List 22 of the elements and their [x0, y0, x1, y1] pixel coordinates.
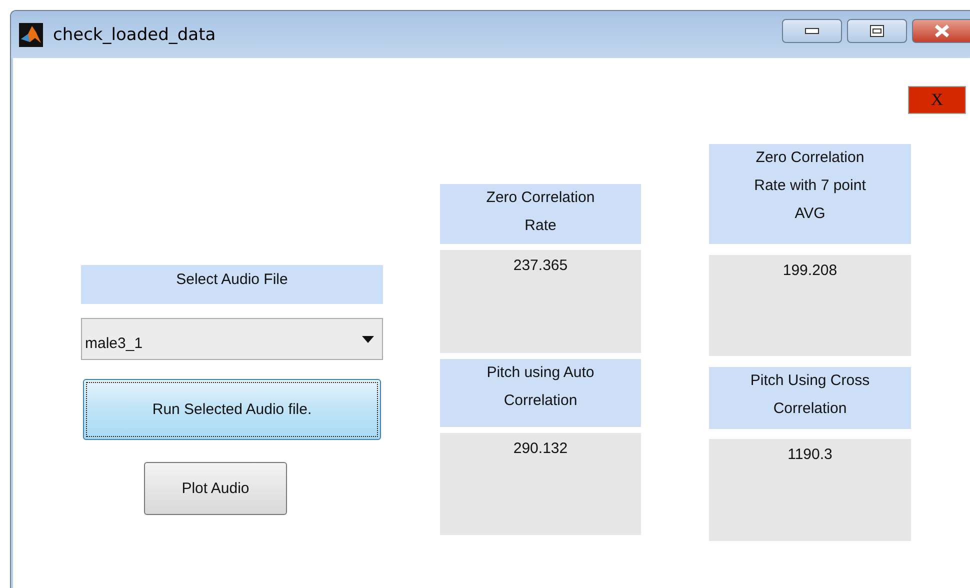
result-value: 1190.3 [709, 439, 911, 541]
maximize-icon [870, 24, 884, 36]
dropdown-arrow-icon [362, 336, 374, 342]
result-value: 199.208 [709, 255, 911, 356]
close-button[interactable]: X [908, 86, 966, 114]
close-button[interactable] [912, 18, 970, 42]
minimize-icon [805, 28, 819, 34]
app-logo-icon [19, 22, 43, 46]
result-label: Pitch using Auto Correlation [440, 359, 641, 427]
maximize-button[interactable] [847, 18, 907, 42]
select-label: Select Audio File [81, 265, 383, 304]
close-icon [932, 24, 950, 38]
run-button[interactable]: Run Selected Audio file. [83, 379, 381, 440]
result-label: Zero Correlation Rate [440, 184, 641, 244]
result-value: 290.132 [440, 433, 641, 535]
plot-button[interactable]: Plot Audio [144, 462, 287, 515]
minimize-button[interactable] [782, 18, 842, 42]
audio-dropdown[interactable]: male3_1 [81, 318, 383, 360]
result-label: Zero Correlation Rate with 7 point AVG [709, 144, 911, 244]
window-title: check_loaded_data [53, 24, 216, 44]
result-value: 237.365 [440, 250, 641, 353]
result-label: Pitch Using Cross Correlation [709, 367, 911, 429]
